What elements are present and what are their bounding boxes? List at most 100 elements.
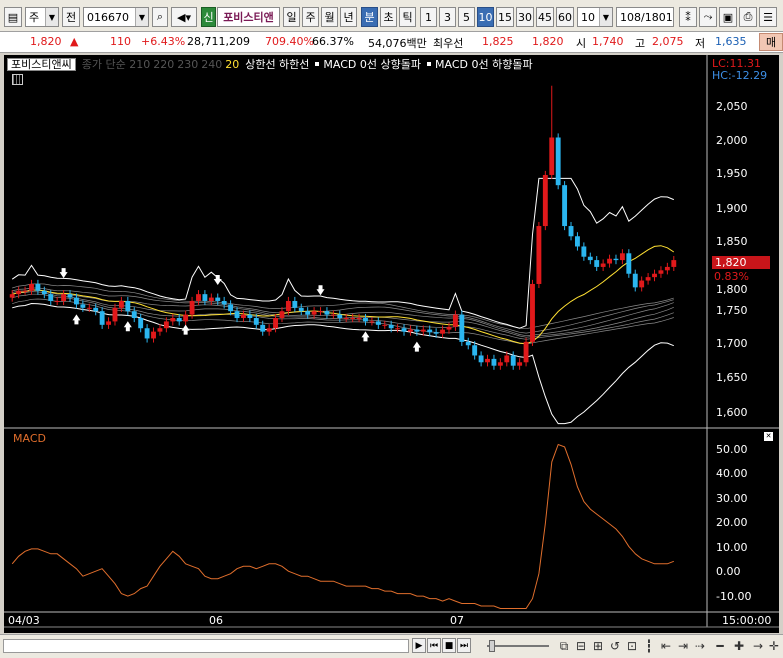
grid-icon[interactable] xyxy=(12,74,23,85)
stock-code-input[interactable]: 016670 ▼ xyxy=(83,7,149,27)
candle-body-up xyxy=(536,226,542,284)
minute-10-button[interactable]: 10 xyxy=(477,7,494,27)
candle-body-down xyxy=(465,341,471,346)
up-arrow-icon: ▲ xyxy=(70,35,79,48)
candle-body-down xyxy=(228,304,234,312)
minute-3-button[interactable]: 3 xyxy=(439,7,456,27)
refresh-icon[interactable]: ↺ xyxy=(607,638,623,654)
macd-tick: -10.00 xyxy=(716,590,752,603)
lc-hc-readout: LC:11.31 HC:-12.29 xyxy=(712,58,767,82)
candle-body-down xyxy=(80,304,86,308)
plus-icon[interactable]: ✚ xyxy=(731,638,747,654)
split-icon[interactable]: ⊡ xyxy=(624,638,640,654)
candle-body-down xyxy=(67,294,73,298)
candle-body-up xyxy=(343,318,349,320)
candle-icon[interactable]: ┇ xyxy=(641,638,657,654)
minute-1-button[interactable]: 1 xyxy=(420,7,437,27)
legend-stock-name[interactable]: 포비스티앤씨 xyxy=(7,57,76,71)
candle-body-up xyxy=(523,341,529,363)
macd-tick: 10.00 xyxy=(716,541,748,554)
expand-icon[interactable]: ⇥ xyxy=(675,638,691,654)
macd-line xyxy=(11,443,674,609)
interval-select[interactable]: 10 ▼ xyxy=(577,7,613,27)
settings-icon[interactable]: ☰ xyxy=(759,7,777,27)
rewind-icon[interactable]: ⏮ xyxy=(427,638,441,653)
minute-45-button[interactable]: 45 xyxy=(536,7,554,27)
period-year-button[interactable]: 년 xyxy=(340,7,357,27)
current-price: 1,820 xyxy=(30,35,62,48)
macd-zero-down-marker xyxy=(316,285,325,296)
candle-body-down xyxy=(93,307,99,312)
candle-body-down xyxy=(375,321,381,325)
candle-body-up xyxy=(485,358,490,363)
period-second-button[interactable]: 초 xyxy=(380,7,397,27)
period-day-button[interactable]: 일 xyxy=(283,7,300,27)
save-icon[interactable]: ▣ xyxy=(719,7,737,27)
minute-5-button[interactable]: 5 xyxy=(458,7,475,27)
shin-badge[interactable]: 신 xyxy=(201,7,216,27)
jeon-button[interactable]: 전 xyxy=(62,7,80,27)
scroll-right-icon[interactable]: ▶ xyxy=(412,638,426,653)
candle-body-down xyxy=(594,260,600,267)
period-minute-button[interactable]: 분 xyxy=(361,7,378,27)
macd-zero-down-marker xyxy=(59,268,68,279)
current-price-tag: 1,820 xyxy=(712,256,770,269)
candle-body-up xyxy=(639,280,645,288)
crosshair-icon[interactable]: ✛ xyxy=(766,638,782,654)
print-icon[interactable]: ⎙ xyxy=(739,7,757,27)
candle-body-up xyxy=(318,311,323,313)
candle-body-down xyxy=(74,297,79,305)
macd-zero-up-marker xyxy=(72,314,81,325)
candle-body-down xyxy=(575,236,580,247)
indicator-icon[interactable]: ⁑ xyxy=(679,7,697,27)
candle-body-up xyxy=(163,321,169,329)
candle-body-down xyxy=(510,355,516,366)
bar-count-input[interactable]: 108/1801 xyxy=(616,7,674,27)
overlay-icon[interactable]: ⤳ xyxy=(699,7,717,27)
search-icon[interactable]: ⌕ xyxy=(152,7,168,27)
period-week-button[interactable]: 주 xyxy=(302,7,319,27)
sound-icon[interactable]: ◀▾ xyxy=(171,7,197,27)
layout-icon[interactable]: ⊟ xyxy=(573,638,589,654)
minus-icon[interactable]: ━ xyxy=(712,638,728,654)
order-mode-button[interactable]: 매 xyxy=(759,33,783,51)
stock-code-value: 016670 xyxy=(87,10,129,24)
candle-body-up xyxy=(112,307,118,322)
minute-30-button[interactable]: 30 xyxy=(516,7,534,27)
stock-name[interactable]: 포비스티앤 xyxy=(217,7,280,27)
candle-body-down xyxy=(626,253,632,274)
window-icon[interactable]: ⊞ xyxy=(590,638,606,654)
legend-macd-up: MACD 0선 상향돌파 xyxy=(323,58,421,71)
zoom-slider[interactable] xyxy=(487,640,549,652)
minute-60-button[interactable]: 60 xyxy=(556,7,574,27)
chart-window: ▤ 주 ▼ 전 016670 ▼ ⌕ ◀▾ 신 포비스티앤 일 주 월 년 분 초 … xyxy=(0,0,783,658)
best-bid: 1,820 xyxy=(532,35,564,48)
low-label: 저 xyxy=(695,37,706,50)
chevron-down-icon: ▼ xyxy=(45,8,58,26)
copy-icon[interactable]: ⧉ xyxy=(556,638,572,654)
fit-icon[interactable]: ⇤ xyxy=(658,638,674,654)
macd-tick: 0.00 xyxy=(716,565,741,578)
ma-line xyxy=(12,287,674,334)
menu-icon[interactable]: ▤ xyxy=(4,7,22,27)
forward-icon[interactable]: ⏭ xyxy=(457,638,471,653)
minute-15-button[interactable]: 15 xyxy=(496,7,514,27)
chart-scrollbar[interactable] xyxy=(3,639,409,653)
chart-area[interactable]: 포비스티앤씨 종가 단순 210 220 230 240 20 상한선 하한선 … xyxy=(4,55,779,633)
zoom-out-icon[interactable]: ⇢ xyxy=(692,638,708,654)
chart-canvas[interactable] xyxy=(4,55,779,633)
candle-body-down xyxy=(131,311,137,319)
stop-icon[interactable]: ■ xyxy=(442,638,456,653)
candle-body-up xyxy=(311,311,317,315)
price-tick: 1,800 xyxy=(716,283,748,296)
period-month-button[interactable]: 월 xyxy=(321,7,338,27)
market-select[interactable]: 주 ▼ xyxy=(25,7,59,27)
candle-body-down xyxy=(221,300,227,305)
square-icon xyxy=(427,62,431,66)
zoom-slider-knob[interactable] xyxy=(489,640,495,652)
candle-body-down xyxy=(234,311,240,319)
period-tick-button[interactable]: 틱 xyxy=(399,7,416,27)
close-icon[interactable]: ✕ xyxy=(764,432,773,441)
arrow-icon[interactable]: → xyxy=(750,638,766,654)
candle-body-down xyxy=(125,300,131,312)
